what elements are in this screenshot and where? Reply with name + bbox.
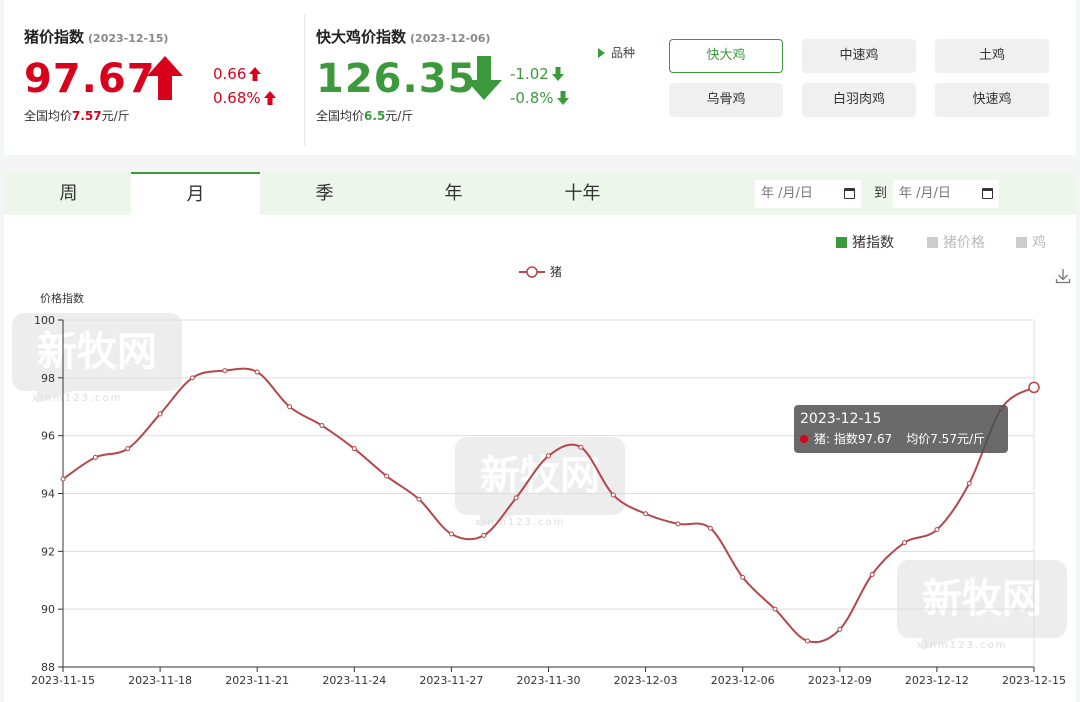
x-tick-label: 2023-11-15 bbox=[31, 674, 95, 687]
x-tick-label: 2023-11-27 bbox=[419, 674, 483, 687]
data-point bbox=[157, 411, 163, 417]
legend-label: 猪 bbox=[550, 265, 562, 279]
data-point bbox=[546, 453, 551, 459]
data-point bbox=[319, 423, 325, 429]
y-tick-label: 96 bbox=[41, 430, 55, 443]
watermark-text: 新牧网 bbox=[922, 576, 1042, 622]
legend: 猪 bbox=[519, 265, 562, 279]
data-point bbox=[92, 454, 98, 460]
watermark-subtext: xinm123.com bbox=[32, 393, 122, 404]
y-tick-label: 92 bbox=[41, 545, 55, 558]
x-tick-label: 2023-12-09 bbox=[808, 674, 872, 687]
y-tick-label: 90 bbox=[41, 603, 55, 616]
data-point bbox=[254, 369, 260, 375]
y-tick-label: 94 bbox=[41, 488, 55, 501]
app-root: 猪价指数 (2023-12-15) 97.67 0.66 0.68% 全国均价7.… bbox=[0, 0, 1080, 702]
line-chart: 新牧网 xinm123.com 新牧网 xinm123.com 新牧网 xinm123.c… bbox=[12, 265, 1067, 687]
data-point-highlight bbox=[1028, 381, 1040, 394]
data-point bbox=[481, 532, 487, 538]
data-point bbox=[966, 480, 972, 486]
data-point bbox=[513, 495, 519, 501]
x-tick-label: 2023-11-21 bbox=[225, 674, 289, 687]
data-point bbox=[772, 606, 778, 612]
data-point bbox=[416, 496, 422, 502]
legend-marker bbox=[526, 266, 538, 278]
y-tick-label: 88 bbox=[41, 661, 55, 674]
x-tick-label: 2023-12-06 bbox=[711, 674, 775, 687]
watermark-subtext: xinm123.com bbox=[475, 517, 565, 528]
data-point bbox=[222, 368, 228, 374]
tooltip-date: 2023-12-15 bbox=[800, 411, 882, 427]
data-point bbox=[675, 521, 681, 527]
data-point bbox=[60, 476, 66, 482]
tooltip-series: 猪: bbox=[814, 432, 831, 446]
x-tick-label: 2023-12-03 bbox=[614, 674, 678, 687]
chart-tooltip: 2023-12-15 猪: 指数97.67 均价7.57元/斤 bbox=[794, 405, 1008, 453]
x-tick-label: 2023-12-12 bbox=[905, 674, 969, 687]
data-point bbox=[643, 511, 649, 517]
data-point bbox=[351, 446, 357, 452]
tooltip-avg: 均价7.57元/斤 bbox=[906, 432, 985, 446]
watermark-subtext: xinm123.com bbox=[917, 640, 1007, 651]
data-point bbox=[287, 404, 293, 410]
data-point bbox=[934, 527, 940, 533]
data-point bbox=[448, 531, 454, 537]
data-point bbox=[707, 525, 713, 531]
data-point bbox=[869, 571, 875, 577]
x-tick-label: 2023-11-18 bbox=[128, 674, 192, 687]
data-point bbox=[384, 473, 390, 479]
watermarks: 新牧网 xinm123.com 新牧网 xinm123.com 新牧网 xinm123.c… bbox=[12, 313, 1067, 651]
series-dot-icon bbox=[800, 435, 808, 443]
x-tick-label: 2023-11-30 bbox=[517, 674, 581, 687]
data-point bbox=[189, 375, 195, 381]
data-point bbox=[902, 540, 908, 546]
x-tick-label: 2023-12-15 bbox=[1002, 674, 1066, 687]
data-point bbox=[610, 492, 616, 498]
watermark-text: 新牧网 bbox=[480, 453, 600, 499]
y-tick-label: 100 bbox=[34, 314, 55, 327]
y-axis-label: 价格指数 bbox=[40, 291, 84, 305]
data-point bbox=[125, 446, 131, 452]
tooltip-row: 猪: 指数97.67 均价7.57元/斤 bbox=[800, 430, 1002, 447]
data-point bbox=[578, 444, 584, 450]
data-point bbox=[837, 626, 843, 632]
x-tick-label: 2023-11-24 bbox=[322, 674, 386, 687]
data-point bbox=[740, 574, 746, 580]
data-point bbox=[804, 638, 810, 644]
y-tick-label: 98 bbox=[41, 372, 55, 385]
watermark-text: 新牧网 bbox=[37, 329, 157, 375]
tooltip-index: 指数97.67 bbox=[833, 432, 893, 446]
